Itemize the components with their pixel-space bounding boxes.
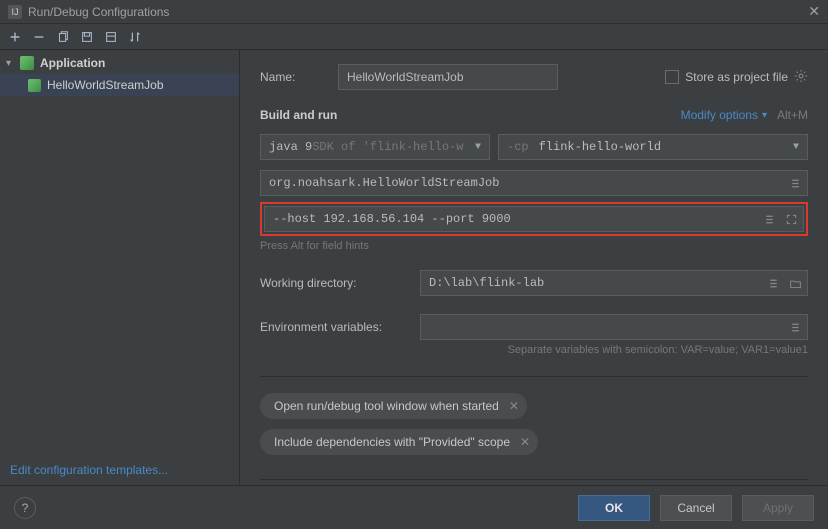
- tree-group-application[interactable]: ▾ Application: [0, 52, 239, 74]
- tree-item-helloworld[interactable]: HelloWorldStreamJob: [0, 74, 239, 96]
- expand-icon[interactable]: [782, 210, 800, 228]
- folder-icon[interactable]: [786, 274, 804, 292]
- pill-label: Open run/debug tool window when started: [274, 399, 499, 413]
- jdk-selector[interactable]: java 9 SDK of 'flink-hello-w ▼: [260, 134, 490, 160]
- pill-label: Include dependencies with "Provided" sco…: [274, 435, 510, 449]
- separator: [260, 376, 808, 377]
- toolbar: [0, 24, 828, 50]
- pill-open-tool-window: Open run/debug tool window when started …: [260, 393, 527, 419]
- classpath-selector[interactable]: -cp flink-hello-world ▼: [498, 134, 808, 160]
- working-dir-label: Working directory:: [260, 276, 410, 290]
- program-args-input[interactable]: [264, 206, 804, 232]
- name-input[interactable]: [338, 64, 558, 90]
- close-icon[interactable]: ✕: [509, 399, 519, 413]
- cp-prefix: -cp: [507, 140, 529, 154]
- add-button[interactable]: [4, 26, 26, 48]
- list-icon[interactable]: [786, 174, 804, 192]
- list-icon[interactable]: [786, 318, 804, 336]
- chevron-down-icon: ▾: [6, 58, 20, 69]
- env-hint: Separate variables with semicolon: VAR=v…: [260, 344, 808, 356]
- config-tree: ▾ Application HelloWorldStreamJob: [0, 50, 239, 455]
- apply-button[interactable]: Apply: [742, 495, 814, 521]
- modify-shortcut: Alt+M: [777, 108, 808, 122]
- application-type-icon: [20, 56, 34, 70]
- env-row: Environment variables:: [260, 314, 808, 340]
- list-icon[interactable]: [764, 274, 782, 292]
- gear-icon[interactable]: [794, 69, 808, 86]
- edit-templates-link[interactable]: Edit configuration templates...: [0, 455, 239, 485]
- jdk-dim: SDK of 'flink-hello-w: [312, 140, 463, 154]
- sidebar: ▾ Application HelloWorldStreamJob Edit c…: [0, 50, 240, 485]
- copy-button[interactable]: [52, 26, 74, 48]
- env-label: Environment variables:: [260, 320, 410, 334]
- list-icon[interactable]: [760, 210, 778, 228]
- chevron-down-icon: ▼: [475, 142, 481, 153]
- name-label: Name:: [260, 70, 328, 84]
- jdk-cp-row: java 9 SDK of 'flink-hello-w ▼ -cp flink…: [260, 134, 808, 160]
- build-and-run-title: Build and run: [260, 108, 681, 122]
- remove-button[interactable]: [28, 26, 50, 48]
- working-dir-input[interactable]: [420, 270, 808, 296]
- chevron-down-icon: ▼: [793, 142, 799, 153]
- pill-provided-scope: Include dependencies with "Provided" sco…: [260, 429, 538, 455]
- main-class-input[interactable]: [260, 170, 808, 196]
- close-icon[interactable]: ✕: [808, 3, 820, 20]
- cp-value: flink-hello-world: [539, 140, 661, 154]
- option-pills: Open run/debug tool window when started …: [260, 393, 808, 455]
- dialog-window: IJ Run/Debug Configurations ✕ ▾ Applicat…: [0, 0, 828, 529]
- close-icon[interactable]: ✕: [520, 435, 530, 449]
- store-as-project-file[interactable]: Store as project file: [665, 69, 808, 86]
- env-input[interactable]: [420, 314, 808, 340]
- body: ▾ Application HelloWorldStreamJob Edit c…: [0, 50, 828, 485]
- modify-options-label: Modify options: [681, 108, 758, 122]
- tree-item-label: HelloWorldStreamJob: [47, 78, 164, 92]
- field-hint: Press Alt for field hints: [260, 240, 808, 252]
- modify-options-link[interactable]: Modify options ▾: [681, 108, 767, 122]
- main-class-row: [260, 170, 808, 196]
- folder-button[interactable]: [100, 26, 122, 48]
- jdk-value: java 9: [269, 140, 312, 154]
- cancel-button[interactable]: Cancel: [660, 495, 732, 521]
- store-label: Store as project file: [685, 70, 788, 84]
- footer: ? OK Cancel Apply: [0, 485, 828, 529]
- separator: [260, 479, 808, 480]
- app-icon: IJ: [8, 5, 22, 19]
- help-button[interactable]: ?: [14, 497, 36, 519]
- build-and-run-header: Build and run Modify options ▾ Alt+M: [260, 108, 808, 122]
- name-row: Name: Store as project file: [260, 64, 808, 90]
- main-panel: Name: Store as project file Build and ru…: [240, 50, 828, 485]
- working-dir-row: Working directory:: [260, 270, 808, 296]
- sort-button[interactable]: [124, 26, 146, 48]
- program-args-highlight: [260, 202, 808, 236]
- store-checkbox[interactable]: [665, 70, 679, 84]
- chevron-down-icon: ▾: [762, 110, 767, 121]
- ok-button[interactable]: OK: [578, 495, 650, 521]
- tree-group-label: Application: [40, 56, 105, 70]
- save-button[interactable]: [76, 26, 98, 48]
- titlebar: IJ Run/Debug Configurations ✕: [0, 0, 828, 24]
- dialog-title: Run/Debug Configurations: [28, 5, 808, 19]
- application-run-icon: [28, 79, 41, 92]
